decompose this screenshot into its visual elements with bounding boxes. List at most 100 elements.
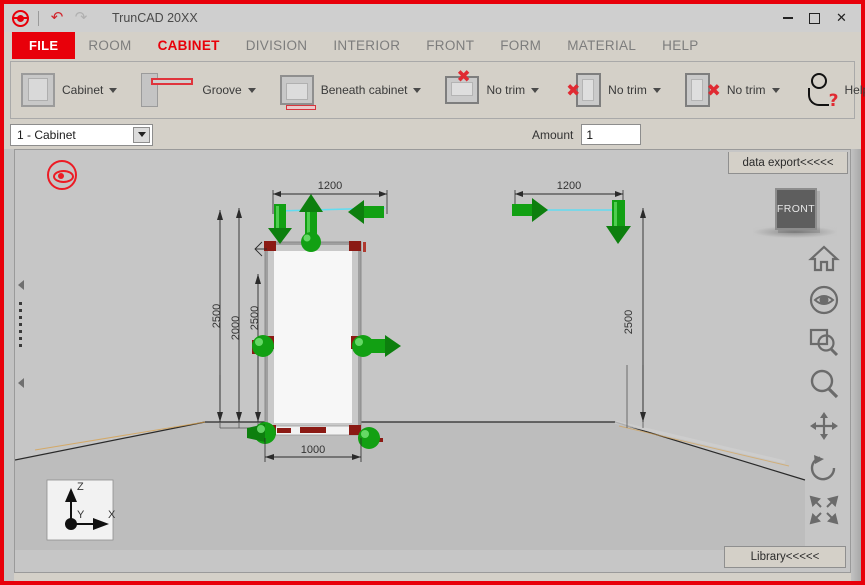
menu-item-interior[interactable]: INTERIOR: [320, 32, 413, 59]
dimension-2500-left-outer: 2500: [211, 304, 223, 328]
beneath-bar-icon: [285, 105, 316, 110]
chevron-down-icon[interactable]: [247, 87, 256, 93]
chevron-down-icon[interactable]: [652, 87, 661, 93]
viewport-3d[interactable]: 1200 1200 2500 2000 2500 2500 1000 Z Y X…: [14, 149, 851, 573]
chevron-down-icon[interactable]: [771, 87, 780, 93]
library-button[interactable]: Library<<<<<: [724, 546, 846, 568]
handle-left-sphere: [252, 335, 274, 357]
ribbon-group-trim-left: ✖ No trim: [553, 62, 675, 118]
orbit-tool[interactable]: [808, 452, 840, 484]
beneath-cabinet-button-label: Beneath cabinet: [320, 83, 408, 97]
close-icon: ✖: [706, 81, 721, 101]
data-export-button[interactable]: data export<<<<<: [728, 152, 848, 174]
title-bar: ↶ ↷ TrunCAD 20XX ✕: [4, 4, 861, 32]
chevron-down-icon[interactable]: [413, 87, 422, 93]
menu-item-room[interactable]: ROOM: [75, 32, 144, 59]
groove-icon: [141, 73, 194, 107]
divider: [38, 10, 39, 26]
no-trim-top-button[interactable]: ✖ No trim: [441, 62, 547, 118]
ribbon-toolbar: Cabinet Groove Beneath cabinet ✖ No trim…: [10, 61, 865, 119]
help-person-icon: ?: [804, 72, 839, 111]
help-button-label: Help: [844, 83, 865, 97]
menu-item-help[interactable]: HELP: [649, 32, 711, 59]
groove-button[interactable]: Groove: [137, 62, 263, 118]
menu-item-file[interactable]: FILE: [12, 32, 76, 59]
ribbon-group-cabinet: Cabinet: [11, 62, 131, 118]
truncad-logo-icon: [12, 9, 29, 27]
cad-drawing: 1200 1200 2500 2000 2500 2500 1000 Z Y X: [15, 180, 806, 550]
chevron-down-icon[interactable]: [531, 87, 540, 93]
dimension-1000-bottom: 1000: [301, 444, 325, 456]
handle-dim-right-arrow: [512, 198, 548, 222]
no-trim-left-button[interactable]: ✖ No trim: [559, 62, 669, 118]
no-trim-right-button[interactable]: ✖ No trim: [681, 62, 788, 118]
undo-arrow-icon[interactable]: ↶: [48, 9, 66, 27]
dimension-2500-right: 2500: [623, 310, 635, 334]
ribbon-group-trim-top: ✖ No trim: [435, 62, 553, 118]
visibility-tool[interactable]: [808, 284, 840, 316]
no-trim-left-label: No trim: [608, 83, 647, 97]
close-icon: ✖: [566, 81, 581, 101]
help-button[interactable]: ? Help: [800, 62, 865, 118]
ribbon-group-groove: Groove: [131, 62, 269, 118]
minimize-button[interactable]: [774, 5, 801, 31]
no-trim-right-icon: ✖: [684, 73, 721, 107]
chevron-down-icon[interactable]: [109, 87, 118, 93]
menu-item-cabinet[interactable]: CABINET: [145, 32, 233, 59]
view-cube[interactable]: FRONT: [775, 188, 817, 230]
no-trim-top-icon: ✖: [445, 69, 480, 104]
handle-dim-left-arrow: [348, 200, 384, 224]
zoom-fit-tool[interactable]: [808, 494, 840, 526]
groove-bar-icon: [151, 78, 194, 85]
zoom-tool[interactable]: [808, 368, 840, 400]
drag-dots-handle[interactable]: [19, 302, 22, 351]
pan-tool[interactable]: [808, 410, 840, 442]
window-controls: ✕: [774, 4, 855, 32]
canvas-stage: 1200 1200 2500 2000 2500 2500 1000 Z Y X…: [4, 149, 861, 581]
ribbon-group-trim-right: ✖ No trim: [675, 62, 794, 118]
chevron-left-icon[interactable]: [18, 378, 24, 388]
close-button[interactable]: ✕: [828, 5, 855, 31]
dimension-1200-left: 1200: [318, 180, 342, 192]
maximize-button[interactable]: [801, 5, 828, 31]
application-window: ↶ ↷ TrunCAD 20XX ✕ FILE ROOM CABINET DIV…: [0, 0, 865, 585]
question-mark-icon: ?: [828, 91, 839, 111]
menu-item-division[interactable]: DIVISION: [233, 32, 321, 59]
zoom-window-tool[interactable]: [808, 326, 840, 358]
page-title: TrunCAD 20XX: [112, 11, 198, 25]
cabinet-select[interactable]: 1 - Cabinet: [10, 123, 153, 146]
cabinet-icon: [21, 73, 55, 107]
right-rail: [851, 149, 861, 581]
expand-arrows-icon: [809, 495, 839, 525]
viewport-tools: [804, 242, 844, 526]
beneath-cabinet-icon: [279, 75, 316, 110]
groove-button-label: Groove: [202, 83, 242, 97]
handle-dim-down-arrow: [606, 200, 631, 244]
person-body-icon: [807, 88, 829, 106]
no-trim-top-label: No trim: [486, 83, 526, 97]
handle-right-arrow: [352, 335, 401, 357]
chevron-down-icon[interactable]: [133, 126, 150, 143]
redo-arrow-icon[interactable]: ↷: [72, 9, 90, 27]
zoom-window-icon: [809, 328, 839, 357]
person-head-icon: [810, 73, 827, 89]
cabinet-button-label: Cabinet: [62, 83, 104, 97]
rotate-icon: [810, 455, 836, 481]
dimension-2500-left-inner: 2500: [249, 306, 261, 330]
ribbon-group-beneath-cabinet: Beneath cabinet: [270, 62, 436, 118]
menu-item-form[interactable]: FORM: [487, 32, 554, 59]
amount-input[interactable]: 1: [581, 124, 642, 145]
menu-item-front[interactable]: FRONT: [413, 32, 487, 59]
axis-label-y: Y: [77, 509, 85, 521]
no-trim-left-icon: ✖: [566, 73, 602, 107]
magnifier-icon: [810, 369, 839, 399]
beneath-cabinet-button[interactable]: Beneath cabinet: [276, 62, 430, 118]
eye-circle-icon[interactable]: [47, 160, 77, 190]
home-view-tool[interactable]: [808, 242, 840, 274]
chevron-left-icon[interactable]: [18, 280, 24, 290]
cabinet-button[interactable]: Cabinet: [17, 62, 125, 118]
menu-item-material[interactable]: MATERIAL: [554, 32, 649, 59]
left-scroll-hint[interactable]: [16, 280, 28, 390]
axis-label-x: X: [108, 509, 116, 521]
close-icon: ✖: [456, 67, 471, 87]
